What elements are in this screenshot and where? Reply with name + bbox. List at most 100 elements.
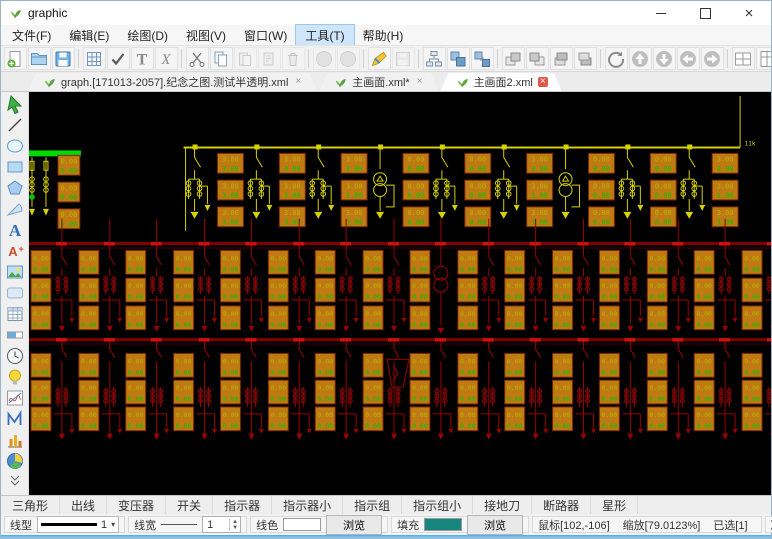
fill-color-swatch[interactable] xyxy=(424,518,462,531)
delete-icon[interactable] xyxy=(282,47,305,70)
paste-icon[interactable] xyxy=(234,47,257,70)
element-tab-triangle[interactable]: 三角形 xyxy=(1,496,60,514)
copy-icon[interactable] xyxy=(210,47,233,70)
line-color-browse-button[interactable]: 浏览 xyxy=(326,515,382,535)
mid-bay[interactable]: 0.000.000.000.000.000.00 xyxy=(505,219,548,342)
menu-window[interactable]: 窗口(W) xyxy=(235,25,296,46)
top-bay[interactable]: 3.003.003.001.003.003.00 xyxy=(495,144,552,226)
new-file-icon[interactable] xyxy=(4,47,27,70)
spinner-arrows-icon[interactable]: ▲▼ xyxy=(229,519,240,531)
bottom-bay[interactable]: 0.000.000.000.000.000.00 xyxy=(31,342,74,440)
pie-chart-tool[interactable] xyxy=(3,450,27,471)
bottom-bay[interactable]: 0.000.000.000.000.000.00 xyxy=(458,342,501,440)
top-bay[interactable]: 0.000.000.000.000.000.00 xyxy=(374,144,429,226)
mid-bay[interactable]: 0.000.000.000.000.000.00 xyxy=(599,219,642,342)
move-up-icon[interactable] xyxy=(629,47,652,70)
text-icon[interactable]: T xyxy=(131,47,154,70)
mid-bay[interactable]: 0.000.000.000.000.000.00 xyxy=(553,219,596,342)
send-to-back-icon[interactable] xyxy=(526,47,549,70)
button-tool[interactable] xyxy=(3,282,27,303)
bulb-tool[interactable] xyxy=(3,366,27,387)
top-bay[interactable]: 3.003.003.001.003.003.00 xyxy=(681,144,738,226)
bottom-bay[interactable]: 0.000.000.000.000.000.00 xyxy=(174,342,217,440)
more-tools-tool[interactable] xyxy=(3,471,27,492)
mid-bay[interactable]: 0.000.000.000.000.000.00 xyxy=(268,219,311,342)
bottom-bay[interactable]: 0.000.000.000.000.000.00 xyxy=(126,342,169,440)
line-color-swatch[interactable] xyxy=(283,518,321,531)
progress-tool[interactable] xyxy=(3,324,27,345)
mid-bus[interactable] xyxy=(29,244,771,248)
bottom-bay[interactable]: 0.000.000.000.000.000.00 xyxy=(79,342,122,440)
mid-bay[interactable]: 0.000.000.000.000.000.00 xyxy=(79,219,122,342)
group-icon[interactable] xyxy=(447,47,470,70)
lower-bus[interactable] xyxy=(29,340,771,344)
bottom-bay[interactable]: 0.000.000.000.000.000.00 xyxy=(742,342,771,440)
ungroup-icon[interactable] xyxy=(471,47,494,70)
mid-bay[interactable]: 0.000.000.000.000.000.00 xyxy=(220,219,263,342)
element-tab-breaker[interactable]: 断路器 xyxy=(532,496,591,514)
top-bay[interactable]: 0.000.000.000.000.000.00 xyxy=(434,144,491,226)
image-tool[interactable] xyxy=(3,261,27,282)
menu-edit[interactable]: 编辑(E) xyxy=(60,25,118,46)
schematic-svg[interactable]: 0.000.000.000.000.000.0011k3.003.003.003… xyxy=(29,92,771,495)
save-icon[interactable] xyxy=(52,47,75,70)
grid-icon[interactable] xyxy=(83,47,106,70)
bottom-bay[interactable]: 0.000.000.000.000.000.00 xyxy=(268,342,311,440)
menu-help[interactable]: 帮助(H) xyxy=(354,25,413,46)
undo-icon[interactable] xyxy=(313,47,336,70)
line-chart-tool[interactable] xyxy=(3,408,27,429)
menu-view[interactable]: 视图(V) xyxy=(177,25,235,46)
element-tab-outgoing-line[interactable]: 出线 xyxy=(60,496,107,514)
move-down-icon[interactable] xyxy=(653,47,676,70)
bar-chart-tool[interactable] xyxy=(3,429,27,450)
element-tab-star[interactable]: 星形 xyxy=(591,496,638,514)
top-bay[interactable]: 3.003.003.003.003.003.00 xyxy=(248,144,305,226)
curve-chart-tool[interactable] xyxy=(3,387,27,408)
move-left-icon[interactable] xyxy=(677,47,700,70)
element-tab-indicator[interactable]: 指示器 xyxy=(213,496,272,514)
mid-bay[interactable]: 0.000.000.000.000.000.00 xyxy=(694,219,737,342)
mid-bay[interactable]: 0.000.000.000.000.000.00 xyxy=(315,219,358,342)
mid-bay[interactable]: 0.000.000.000.000.000.00 xyxy=(174,219,217,342)
text-add-tool[interactable]: A+ xyxy=(3,240,27,261)
top-bay[interactable]: 0.000.000.000.000.000.00 xyxy=(559,144,614,226)
text-tool[interactable]: A xyxy=(3,219,27,240)
sector-tool[interactable] xyxy=(3,198,27,219)
document-tab-1[interactable]: 主画面.xml*× xyxy=(319,73,438,91)
element-tab-transformer[interactable]: 变压器 xyxy=(107,496,166,514)
element-tab-indicator-small[interactable]: 指示器小 xyxy=(272,496,343,514)
bottom-bay[interactable]: 0.000.000.000.000.000.00 xyxy=(505,342,548,440)
save-as-icon[interactable] xyxy=(392,47,415,70)
line-type-select[interactable]: 1 ▾ xyxy=(37,516,119,533)
paste-special-icon[interactable] xyxy=(258,47,281,70)
select-tool[interactable] xyxy=(3,93,27,114)
mid-bay[interactable]: 0.000.000.000.000.000.00 xyxy=(363,219,406,342)
element-tab-switch[interactable]: 开关 xyxy=(166,496,213,514)
top-bay[interactable]: 0.000.000.000.000.000.00 xyxy=(619,144,676,226)
send-backward-icon[interactable] xyxy=(574,47,597,70)
document-tab-0[interactable]: graph.[171013-2057].纪念之图.测试半透明.xml× xyxy=(28,73,317,91)
top-bay[interactable]: 3.003.003.003.003.003.00 xyxy=(186,144,243,226)
bottom-bay[interactable]: 0.000.000.000.000.000.00 xyxy=(553,342,596,440)
mid-bay[interactable]: 0.000.000.000.000.000.00 xyxy=(742,219,771,342)
hierarchy-icon[interactable] xyxy=(423,47,446,70)
tab-close-icon[interactable]: × xyxy=(538,77,548,87)
maximize-button[interactable] xyxy=(683,1,727,25)
text-style-icon[interactable]: X xyxy=(155,47,178,70)
bottom-bay[interactable]: 0.000.000.000.000.000.00 xyxy=(410,342,453,440)
feeder-left-group[interactable]: 0.000.000.000.000.000.00 xyxy=(29,155,80,228)
tile-horizontal-icon[interactable] xyxy=(732,47,755,70)
tab-close-icon[interactable]: × xyxy=(293,77,303,87)
open-folder-icon[interactable] xyxy=(28,47,51,70)
mid-bay[interactable]: 0.000.000.000.000.000.00 xyxy=(410,219,448,342)
mid-bay[interactable]: 0.000.000.000.000.000.00 xyxy=(647,219,690,342)
document-tab-2[interactable]: 主画面2.xml× xyxy=(441,73,562,91)
mid-bay[interactable]: 0.000.000.000.000.000.00 xyxy=(126,219,169,342)
menu-tools[interactable]: 工具(T) xyxy=(296,25,353,46)
refresh-icon[interactable] xyxy=(605,47,628,70)
element-tab-indicator-group[interactable]: 指示组 xyxy=(343,496,402,514)
ellipse-tool[interactable] xyxy=(3,135,27,156)
bottom-bay[interactable]: 0.000.000.000.000.000.00 xyxy=(315,342,358,440)
fill-browse-button[interactable]: 浏览 xyxy=(467,515,523,535)
menu-file[interactable]: 文件(F) xyxy=(3,25,60,46)
